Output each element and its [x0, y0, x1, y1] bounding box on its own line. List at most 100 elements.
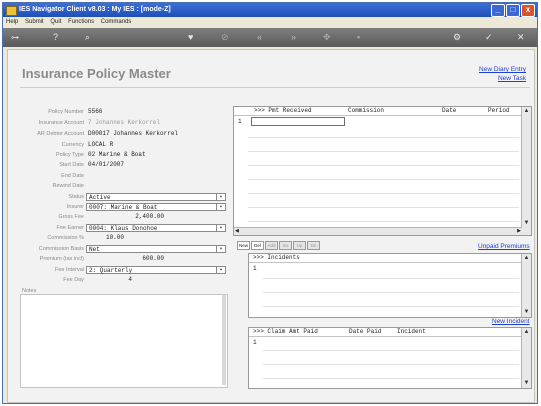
incidents-grid-header: >>> Incidents [249, 254, 531, 263]
col-incidents: >>> Incidents [253, 254, 300, 261]
ar-debtor-account-label: AR Debtor Account [37, 131, 84, 137]
ar-debtor-account-field[interactable]: D00017 Johannes Kerkorrel [86, 130, 226, 138]
incidents-vscroll[interactable]: ▲ ▼ [521, 254, 531, 317]
scroll-right-icon[interactable]: ▶ [517, 228, 521, 234]
chevron-down-icon[interactable]: ▾ [216, 225, 225, 231]
claims-grid: >>> Claim Amt Paid Date Paid Incident 1 … [248, 327, 532, 389]
fee-day-field[interactable]: 4 [86, 276, 134, 284]
minimize-button[interactable]: _ [491, 4, 505, 17]
gross-fee-label: Gross Fee [58, 214, 84, 220]
insurer-select[interactable]: 0007: Marine & Boat ▾ [86, 203, 226, 211]
move-down-button[interactable]: Dn [307, 241, 320, 250]
fee-interval-select[interactable]: 2: Quarterly ▾ [86, 266, 226, 274]
grid-line [263, 306, 519, 307]
status-select[interactable]: Active ▾ [86, 193, 226, 201]
maximize-button[interactable]: □ [506, 4, 520, 17]
col-period: Period [488, 107, 510, 114]
favorite-icon[interactable]: ♥ [188, 32, 193, 43]
grid-line [248, 137, 519, 138]
col-date-paid: Date Paid [349, 328, 382, 335]
chevron-down-icon[interactable]: ▾ [216, 194, 225, 200]
incidents-grid: >>> Incidents 1 ▲ ▼ [248, 253, 532, 318]
new-icon[interactable]: ✥ [323, 32, 331, 43]
fee-earner-value: 0004: Klaus Donohoe [89, 225, 158, 232]
commission-pct-field[interactable]: 10.00 [86, 234, 126, 242]
scroll-down-icon[interactable]: ▼ [523, 309, 530, 316]
status-label: Status [68, 194, 84, 200]
policy-number-field[interactable]: 5566 [86, 108, 226, 116]
key-icon[interactable]: ⊶ [11, 32, 19, 43]
new-diary-entry-link[interactable]: New Diary Entry [479, 66, 526, 73]
app-icon [6, 6, 17, 16]
insurer-value: 0007: Marine & Boat [89, 204, 158, 211]
scroll-down-icon[interactable]: ▼ [523, 220, 530, 227]
move-up-button[interactable]: Up [293, 241, 306, 250]
unpaid-premiums-link[interactable]: Unpaid Premiums [478, 243, 530, 250]
scroll-down-icon[interactable]: ▼ [523, 380, 530, 387]
add-row-button[interactable]: Add [265, 241, 278, 250]
rewind-date-field[interactable] [86, 182, 226, 190]
rewind-date-label: Rewind Date [52, 183, 85, 189]
grid-line [248, 179, 519, 180]
save-icon[interactable]: ▪ [357, 32, 360, 43]
currency-field[interactable]: LOCAL R [86, 141, 226, 149]
fee-day-label: Fee Day [63, 277, 84, 283]
history-icon[interactable]: ⊘ [221, 32, 229, 43]
pmt-received-input[interactable] [251, 117, 345, 126]
search-icon[interactable]: ⌕ [85, 32, 90, 43]
insurance-account-field[interactable]: 7 Johannes Kerkorrel [86, 119, 226, 127]
commission-basis-select[interactable]: Net ▾ [86, 245, 226, 253]
payments-grid: >>> Pmt Received Commission Date Period … [233, 106, 532, 236]
scroll-up-icon[interactable]: ▲ [523, 108, 530, 115]
premium-field[interactable]: 600.00 [86, 255, 166, 263]
insert-row-button[interactable]: Ins [279, 241, 292, 250]
close-icon[interactable]: ✕ [517, 32, 525, 43]
chevron-down-icon[interactable]: ▾ [216, 267, 225, 273]
notes-textarea[interactable] [20, 294, 228, 388]
start-date-field[interactable]: 04/01/2007 [86, 161, 226, 169]
menu-help[interactable]: Help [6, 19, 18, 25]
scroll-left-icon[interactable]: ◀ [235, 228, 239, 234]
start-date-label: Start Date [59, 162, 84, 168]
window-title: IES Navigator Client v8.03 : My IES : [m… [19, 6, 171, 13]
col-date: Date [442, 107, 457, 114]
ok-icon[interactable]: ✓ [485, 32, 493, 43]
scroll-up-icon[interactable]: ▲ [523, 329, 530, 336]
menu-submit[interactable]: Submit [25, 19, 44, 25]
menu-functions[interactable]: Functions [68, 19, 94, 25]
fee-earner-select[interactable]: 0004: Klaus Donohoe ▾ [86, 224, 226, 232]
grid-line [263, 364, 519, 365]
new-incident-link[interactable]: New Incident [492, 318, 530, 325]
title-bar: IES Navigator Client v8.03 : My IES : [m… [3, 3, 537, 17]
chevron-down-icon[interactable]: ▾ [216, 246, 225, 252]
policy-type-field[interactable]: 02 Marine & Boat [86, 151, 226, 159]
scroll-up-icon[interactable]: ▲ [523, 255, 530, 262]
col-incident: Incident [397, 328, 426, 335]
forward-icon[interactable]: » [291, 32, 296, 43]
col-pmt-received: >>> Pmt Received [254, 107, 312, 114]
new-row-button[interactable]: New [237, 241, 250, 250]
menu-commands[interactable]: Commands [101, 19, 132, 25]
payments-vscroll[interactable]: ▲ ▼ [521, 107, 531, 235]
claims-vscroll[interactable]: ▲ ▼ [521, 328, 531, 388]
end-date-field[interactable] [86, 172, 226, 180]
payments-hscroll[interactable]: ◀ ▶ [234, 227, 522, 235]
help-icon[interactable]: ? [53, 32, 58, 43]
grid-line [248, 207, 519, 208]
notes-scrollbar[interactable] [222, 295, 226, 385]
close-window-button[interactable]: x [521, 4, 535, 17]
chevron-down-icon[interactable]: ▾ [216, 204, 225, 210]
new-task-link[interactable]: New Task [498, 75, 526, 82]
divider [20, 87, 530, 88]
back-icon[interactable]: « [257, 32, 262, 43]
delete-row-button[interactable]: Del [251, 241, 264, 250]
grid-line [248, 151, 519, 152]
menu-quit[interactable]: Quit [50, 19, 61, 25]
grid-line [263, 350, 519, 351]
grid-line [263, 292, 519, 293]
settings-icon[interactable]: ⚙ [453, 32, 461, 43]
menu-bar: Help Submit Quit Functions Commands [3, 17, 537, 27]
claims-grid-header: >>> Claim Amt Paid Date Paid Incident [249, 328, 531, 337]
gross-fee-field[interactable]: 2,400.00 [86, 213, 166, 221]
insurer-label: Insurer [66, 204, 84, 210]
